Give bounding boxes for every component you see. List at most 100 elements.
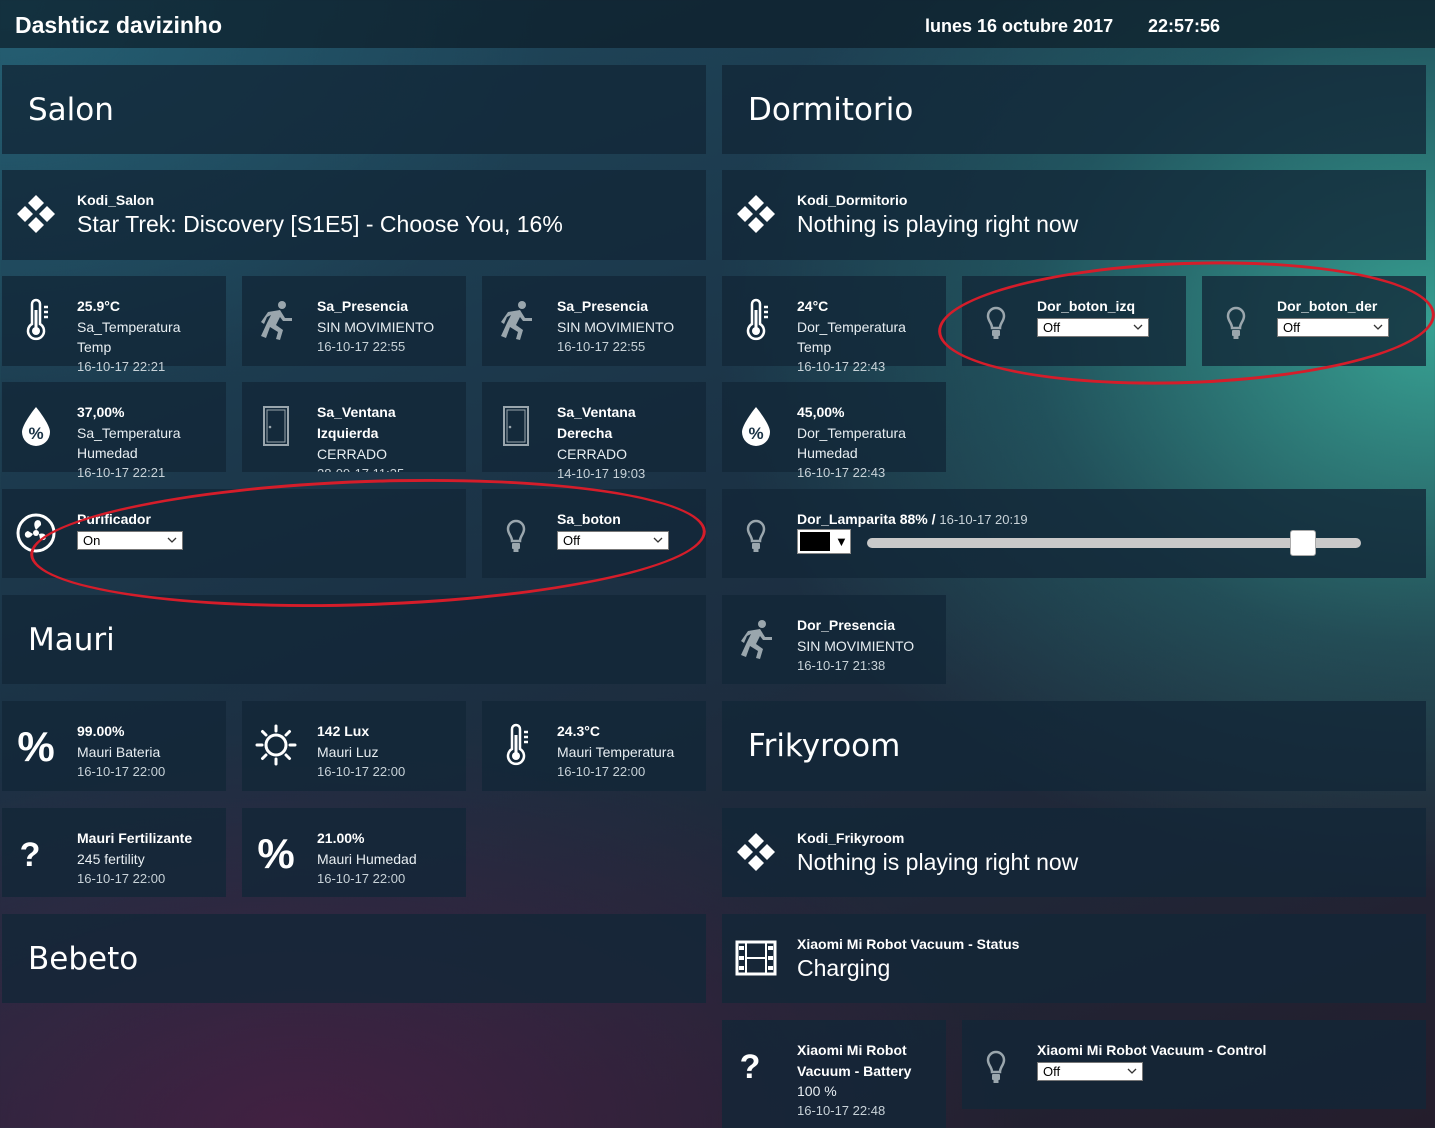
percent-icon [254,830,298,874]
slider-handle[interactable] [1290,530,1316,556]
mauri-humedad-tile[interactable]: 21.00% Mauri Humedad 16-10-17 22:00 [242,808,466,897]
device-name: Mauri Luz [317,744,379,760]
section-title: Bebeto [28,941,139,977]
last-update: 16-10-17 22:00 [77,764,166,779]
kodi-status: Star Trek: Discovery [S1E5] - Choose You… [77,211,563,237]
section-frikyroom-header: Frikyroom [722,701,1426,791]
temp-value: 24°C [797,298,829,314]
temp-value: 24.3°C [557,723,600,739]
thermometer-icon [494,723,538,767]
mauri-temperatura-tile[interactable]: 24.3°C Mauri Temperatura 16-10-17 22:00 [482,701,706,791]
sun-icon [254,723,298,767]
section-title: Dormitorio [748,92,914,128]
device-name: Sa_Ventana [317,404,396,420]
kodi-status: Nothing is playing right now [797,211,1079,237]
film-icon [734,936,778,980]
mauri-luz-tile[interactable]: 142 Lux Mauri Luz 16-10-17 22:00 [242,701,466,791]
lightbulb-icon [974,1042,1018,1086]
window-status: CERRADO [317,446,388,462]
device-name-2: Izquierda [317,425,379,441]
section-dormitorio-header: Dormitorio [722,65,1426,154]
mauri-fertilizante-tile[interactable]: Mauri Fertilizante 245 fertility 16-10-1… [2,808,226,897]
kodi-salon-tile[interactable]: Kodi_Salon Star Trek: Discovery [S1E5] -… [2,170,706,260]
vacuum-control-select[interactable]: Off [1037,1062,1143,1081]
percent-icon [14,723,58,767]
thermometer-icon [734,298,778,342]
section-title: Frikyroom [748,728,901,764]
running-person-icon [494,298,538,342]
device-name: Mauri Temperatura [557,744,675,760]
device-name-2: Derecha [557,425,613,441]
motion-status: SIN MOVIMIENTO [797,638,915,654]
sensor-type: Humedad [77,445,138,461]
temp-value: 25.9°C [77,298,120,314]
vacuum-status-tile[interactable]: Xiaomi Mi Robot Vacuum - Status Charging [722,914,1426,1003]
device-name: Sa_Presencia [317,298,409,314]
tile-title: Kodi_Frikyroom [797,830,905,846]
sa-temperatura-tile[interactable]: 25.9°C Sa_Temperatura Temp 16-10-17 22:2… [2,276,226,374]
mauri-bateria-tile[interactable]: 99.00% Mauri Bateria 16-10-17 22:00 [2,701,226,791]
selected-value: Off [1043,1064,1061,1079]
kodi-dormitorio-tile[interactable]: Kodi_Dormitorio Nothing is playing right… [722,170,1426,260]
header-time: 22:57:56 [1148,16,1221,36]
last-update: 16-10-17 22:48 [797,1103,886,1118]
section-title: Salon [28,92,114,128]
kodi-icon [734,830,778,874]
kodi-icon [14,192,58,236]
sa-presencia-tile-1[interactable]: Sa_Presencia SIN MOVIMIENTO 16-10-17 22:… [242,276,466,366]
dimmer-slider[interactable] [867,530,1361,556]
fertility-value: 245 fertility [77,851,145,867]
last-update: 16-10-17 22:00 [317,764,406,779]
sa-humedad-tile[interactable]: 37,00% Sa_Temperatura Humedad 16-10-17 2… [2,382,226,480]
last-update: 16-10-17 22:00 [317,871,406,886]
humidity-value: 37,00% [77,404,125,420]
dor-presencia-tile[interactable]: Dor_Presencia SIN MOVIMIENTO 16-10-17 21… [722,595,946,684]
device-name: Dor_Presencia [797,617,896,633]
device-name: Sa_Presencia [557,298,649,314]
dor-humedad-tile[interactable]: 45,00% Dor_Temperatura Humedad 16-10-17 … [722,382,946,480]
sensor-type: Temp [77,339,112,355]
last-update: 14-10-17 19:03 [557,466,646,481]
sa-ventana-izquierda-tile[interactable]: Sa_Ventana Izquierda CERRADO 28-09-17 11… [242,382,466,472]
last-update: 16-10-17 20:19 [939,512,1028,527]
dor-temperatura-tile[interactable]: 24°C Dor_Temperatura Temp 16-10-17 22:43 [722,276,946,374]
question-icon [14,830,58,874]
sa-ventana-derecha-tile[interactable]: Sa_Ventana Derecha CERRADO 14-10-17 19:0… [482,382,706,481]
device-name: Dor_Temperatura [797,425,906,441]
section-bebeto-header: Bebeto [2,914,706,1003]
kodi-frikyroom-tile[interactable]: Kodi_Frikyroom Nothing is playing right … [722,808,1426,897]
humidity-value: 21.00% [317,830,365,846]
device-name: Mauri Fertilizante [77,830,193,846]
thermometer-icon [14,298,58,342]
vacuum-battery-tile[interactable]: Xiaomi Mi Robot Vacuum - Battery 100 % 1… [722,1020,946,1128]
last-update: 16-10-17 22:00 [557,764,646,779]
separator: / [927,511,940,527]
device-name: Sa_Ventana [557,404,636,420]
humidity-value: 45,00% [797,404,845,420]
color-swatch [800,532,830,551]
chevron-down-icon [1127,1066,1137,1076]
vacuum-control-tile[interactable]: Xiaomi Mi Robot Vacuum - Control Off [962,1020,1426,1109]
lamparita-title: Dor_Lamparita 88% / 16-10-17 20:19 [797,509,1028,530]
section-salon-header: Salon [2,65,706,154]
door-icon [494,404,538,448]
kodi-status: Nothing is playing right now [797,849,1079,875]
lux-value: 142 Lux [317,723,370,739]
device-name: Dor_Temperatura [797,319,906,335]
last-update: 16-10-17 21:38 [797,658,886,673]
door-icon [254,404,298,448]
last-update: 16-10-17 22:55 [557,339,646,354]
header-date: lunes 16 octubre 2017 [925,16,1114,36]
app-title: Dashticz davizinho [15,12,223,38]
sa-presencia-tile-2[interactable]: Sa_Presencia SIN MOVIMIENTO 16-10-17 22:… [482,276,706,366]
color-picker[interactable]: ▼ [797,529,851,554]
last-update: 16-10-17 22:21 [77,465,166,480]
device-name: Mauri Humedad [317,851,417,867]
dor-lamparita-tile[interactable]: Dor_Lamparita 88% / 16-10-17 20:19 ▼ [722,489,1426,578]
battery-value: 99.00% [77,723,125,739]
tile-title: Kodi_Salon [77,192,155,208]
section-title: Mauri [28,622,115,658]
device-name-2: Vacuum - Battery [797,1063,912,1079]
last-update: 16-10-17 22:21 [77,359,166,374]
sensor-type: Temp [797,339,832,355]
